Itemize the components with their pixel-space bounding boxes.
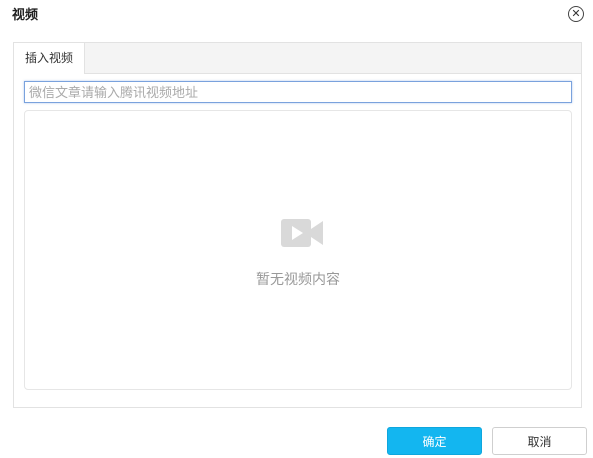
video-preview-area: 暂无视频内容 (24, 110, 572, 390)
video-panel: 插入视频 暂无视频内容 (13, 42, 582, 408)
close-button[interactable]: ✕ (568, 6, 584, 22)
close-icon: ✕ (571, 7, 581, 20)
video-camera-icon (281, 219, 323, 247)
confirm-button[interactable]: 确定 (387, 427, 482, 455)
dialog-title: 视频 (12, 7, 39, 22)
video-url-input[interactable] (24, 81, 572, 103)
cancel-button[interactable]: 取消 (492, 427, 587, 455)
empty-state-text: 暂无视频内容 (256, 271, 340, 287)
tab-bar: 插入视频 (14, 43, 581, 74)
tab-insert-video[interactable]: 插入视频 (14, 43, 86, 74)
